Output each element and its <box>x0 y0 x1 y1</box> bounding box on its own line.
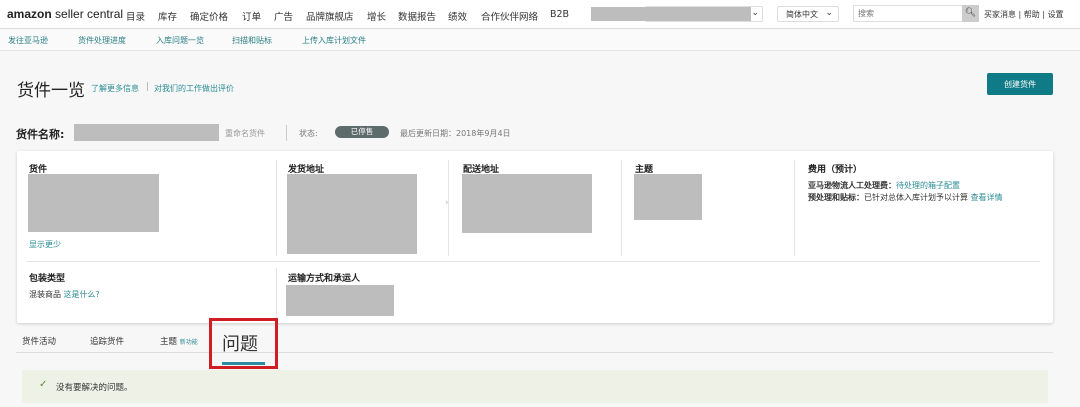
search-input[interactable] <box>853 5 963 22</box>
show-less-link[interactable]: 显示更少 <box>29 239 61 250</box>
fee-value: 已针对总体入库计划予以计算 <box>864 193 968 202</box>
redacted-carrier <box>286 285 394 316</box>
help-link[interactable]: 帮助 <box>1024 10 1040 19</box>
view-details-link[interactable]: 查看详情 <box>971 193 1003 202</box>
nav-stores[interactable]: 品牌旗舰店 <box>306 9 354 23</box>
nav-catalog[interactable]: 目录 <box>126 9 145 23</box>
page-title: 货件一览 <box>17 81 85 101</box>
fee-label: 亚马逊物流人工处理费： <box>808 181 896 190</box>
logo-text: seller central <box>51 7 124 21</box>
divider <box>276 160 277 256</box>
shipping-carrier-heading: 运输方式和承运人 <box>288 274 361 284</box>
divider <box>276 268 277 318</box>
banner-message: 没有要解决的问题。 <box>56 383 133 393</box>
amazon-seller-central-logo[interactable]: amazon seller central <box>7 7 123 21</box>
rename-shipment-link[interactable]: 重命名货件 <box>225 128 265 139</box>
subnav-scan-label[interactable]: 扫描和贴标 <box>232 35 272 46</box>
packing-type-value: 混装商品 <box>29 290 61 299</box>
tab-label: 主题 <box>160 337 178 347</box>
last-updated: 最后更新日期：2018年9月4日 <box>400 129 511 138</box>
search-icon[interactable]: 🔍︎ <box>962 5 979 22</box>
fee-row-prep: 预处理和贴标：已针对总体入库计划予以计算 查看详情 <box>808 192 1003 203</box>
feedback-link[interactable]: 对我们的工作做出评价 <box>154 83 234 94</box>
redacted-shipment <box>28 174 159 232</box>
redacted-theme <box>634 174 702 220</box>
learn-more-link[interactable]: 了解更多信息 <box>91 83 139 94</box>
nav-pricing[interactable]: 确定价格 <box>190 9 228 23</box>
nav-b2b[interactable]: B2B <box>550 9 569 20</box>
nav-performance[interactable]: 绩效 <box>448 9 467 23</box>
buyer-messages-link[interactable]: 买家消息 <box>984 10 1016 19</box>
nav-orders[interactable]: 订单 <box>242 9 261 23</box>
subnav-shipment-progress[interactable]: 货件处理进度 <box>78 35 126 46</box>
fee-label: 预处理和贴标： <box>808 193 864 202</box>
packing-type-heading: 包装类型 <box>29 274 66 284</box>
shipment-name-label: 货件名称: <box>16 128 65 141</box>
language-value: 简体中文 <box>786 10 818 19</box>
settings-link[interactable]: 设置 <box>1048 10 1064 19</box>
nav-partner-network[interactable]: 合作伙伴网络 <box>481 9 538 23</box>
check-icon: ✓ <box>39 379 48 390</box>
highlight-box <box>209 318 278 369</box>
divider <box>794 160 795 256</box>
nav-growth[interactable]: 增长 <box>367 9 386 23</box>
subnav-inbound-issues[interactable]: 入库问题一览 <box>156 35 204 46</box>
subnav-send-to-amazon[interactable]: 发往亚马逊 <box>8 35 48 46</box>
logo-bold: amazon <box>7 7 52 21</box>
tab-theme[interactable]: 主题 新功能 <box>160 335 198 347</box>
divider <box>286 125 287 141</box>
packing-type-row: 混装商品 这是什么? <box>29 289 100 300</box>
tab-shipment-activity[interactable]: 货件活动 <box>22 335 56 347</box>
divider <box>621 160 622 256</box>
nav-inventory[interactable]: 库存 <box>158 9 177 23</box>
divider <box>27 261 1040 262</box>
chevron-down-icon: ⌄ <box>751 8 759 18</box>
fees-heading: 费用（预计） <box>808 165 863 175</box>
what-is-this-link[interactable]: 这是什么? <box>64 290 100 299</box>
nav-reports[interactable]: 数据报告 <box>398 9 436 23</box>
create-shipment-button[interactable]: 创建货件 <box>987 73 1053 95</box>
language-select[interactable]: 简体中文 ⌄ <box>777 6 839 22</box>
new-feature-badge: 新功能 <box>179 339 198 346</box>
tab-track-shipment[interactable]: 追踪货件 <box>90 335 124 347</box>
nav-advertising[interactable]: 广告 <box>274 9 293 23</box>
divider: | <box>146 82 150 92</box>
fee-row-fulfillment: 亚马逊物流人工处理费：待处理的箱子配置 <box>808 180 960 191</box>
tabs-baseline <box>16 352 1053 353</box>
no-issues-banner: ✓ 没有要解决的问题。 <box>22 370 1048 403</box>
redacted-shipment-name <box>74 124 219 141</box>
chevron-down-icon: ⌄ <box>825 8 833 18</box>
utility-links: 买家消息 | 帮助 | 设置 <box>984 10 1064 19</box>
redacted-ship-to <box>462 174 592 233</box>
subnav-upload-plan[interactable]: 上传入库计划文件 <box>302 35 366 46</box>
chevron-right-icon: › <box>445 198 449 208</box>
status-label: 状态: <box>299 129 318 138</box>
divider <box>448 160 449 256</box>
pending-box-config-link[interactable]: 待处理的箱子配置 <box>896 181 960 190</box>
redacted-ship-from <box>287 174 417 254</box>
redacted-account <box>591 7 751 21</box>
status-badge: 已停售 <box>335 126 389 138</box>
